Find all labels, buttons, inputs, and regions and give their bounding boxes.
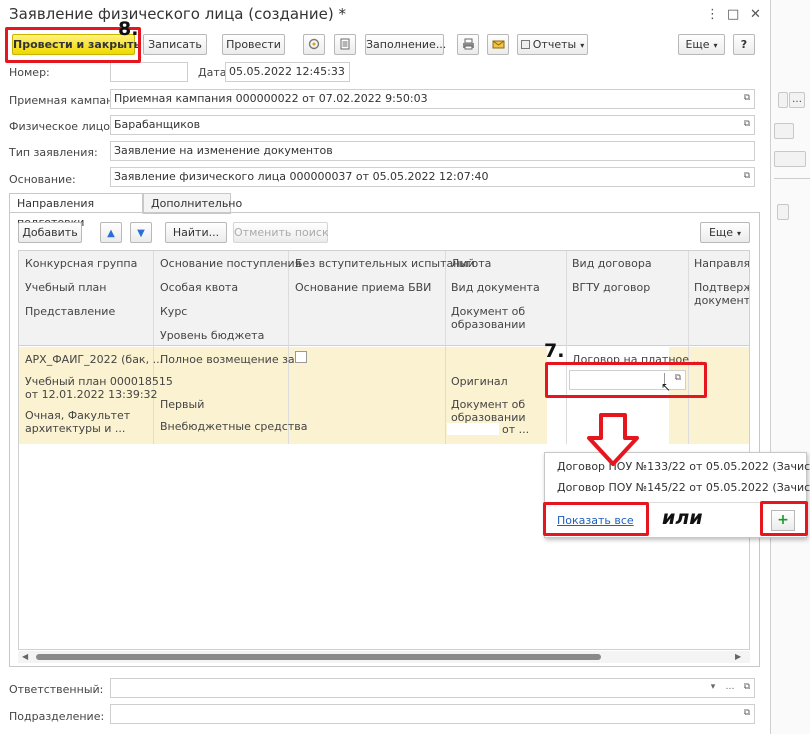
add-button[interactable]: Добавить xyxy=(18,222,82,243)
tab-directions[interactable]: Направления подготовки xyxy=(9,193,143,229)
responsible-field[interactable] xyxy=(110,678,755,698)
row-budget[interactable]: Внебюджетные средства xyxy=(160,420,307,433)
tab-additional[interactable]: Дополнительно xyxy=(143,193,242,214)
header-course[interactable]: Курс xyxy=(160,305,187,318)
header-vgtu-contract[interactable]: ВГТУ договор xyxy=(572,281,650,294)
number-field[interactable] xyxy=(110,62,188,82)
bg-button xyxy=(774,123,794,139)
find-button[interactable]: Найти... xyxy=(165,222,227,243)
background-window: … xyxy=(771,0,810,734)
chevron-down-icon: ▾ xyxy=(580,41,585,50)
header-direction[interactable]: Направляю xyxy=(694,257,749,270)
help-button[interactable]: ? xyxy=(733,34,755,55)
header-benefit[interactable]: Льгота xyxy=(451,257,491,270)
header-confirm[interactable]: Подтвержд xyxy=(694,281,749,294)
fill-button[interactable]: Заполнение... xyxy=(365,34,446,55)
horizontal-scrollbar[interactable]: ◀ ▶ xyxy=(18,651,750,663)
bg-small-button xyxy=(777,204,789,220)
reports-label: Отчеты xyxy=(532,38,577,51)
table-more-button[interactable]: Еще ▾ xyxy=(700,222,750,243)
row-basis[interactable]: Полное возмещение за... xyxy=(160,353,305,366)
reports-menu-button[interactable]: Отчеты ▾ xyxy=(517,34,588,55)
annotation-step-8: 8. xyxy=(118,18,139,40)
open-icon[interactable]: ⧉ xyxy=(739,167,755,187)
person-label: Физическое лицо: xyxy=(9,120,114,133)
header-competitive-group[interactable]: Конкурсная группа xyxy=(25,257,137,270)
blank-cell xyxy=(447,423,499,435)
more-label: Еще xyxy=(685,38,710,51)
row-course[interactable]: Первый xyxy=(160,398,204,411)
campaign-field[interactable]: Приемная кампания 000000022 от 07.02.202… xyxy=(110,89,755,109)
window-menu-icon[interactable]: ⋮ xyxy=(706,8,719,22)
structure-icon[interactable] xyxy=(303,34,325,55)
print-icon[interactable] xyxy=(457,34,479,55)
division-field[interactable] xyxy=(110,704,755,724)
header-budget-level[interactable]: Уровень бюджета xyxy=(160,329,264,342)
more-menu-button[interactable]: Еще ▾ xyxy=(678,34,725,55)
row-plan-2[interactable]: от 12.01.2022 13:39:32 xyxy=(25,388,158,401)
header-representation[interactable]: Представление xyxy=(25,305,115,318)
bg-select-icon: … xyxy=(789,92,805,108)
save-button[interactable]: Записать xyxy=(143,34,207,55)
row-doc-type[interactable]: Оригинал xyxy=(451,375,508,388)
header-edu-doc-2[interactable]: образовании xyxy=(451,318,526,331)
bg-more-button xyxy=(774,151,806,167)
cancel-search-button[interactable]: Отменить поиск xyxy=(233,222,329,243)
annotation-or: или xyxy=(662,507,703,529)
row-edu-doc-1[interactable]: Документ об xyxy=(451,398,525,411)
header-admission-basis[interactable]: Основание поступления xyxy=(160,257,301,270)
header-special-quota[interactable]: Особая квота xyxy=(160,281,238,294)
annotation-box-plus xyxy=(760,501,808,536)
responsible-label: Ответственный: xyxy=(9,683,104,696)
move-up-icon[interactable]: ▲ xyxy=(100,222,122,243)
dropdown-item-2[interactable]: Договор ПОУ №145/22 от 05.05.2022 (Зачис… xyxy=(557,481,810,494)
open-icon[interactable]: ⧉ xyxy=(739,704,755,724)
chevron-down-icon: ▾ xyxy=(737,229,742,238)
date-field[interactable]: 05.05.2022 12:45:33 xyxy=(225,62,350,82)
window-maximize-icon[interactable]: □ xyxy=(727,8,739,22)
basis-field[interactable]: Заявление физического лица 000000037 от … xyxy=(110,167,755,187)
open-icon[interactable]: ⧉ xyxy=(739,115,755,135)
basis-label: Основание: xyxy=(9,173,76,186)
chevron-down-icon: ▾ xyxy=(713,41,718,50)
annotation-step-7: 7. xyxy=(544,340,565,362)
select-icon[interactable]: … xyxy=(722,678,738,698)
open-icon[interactable]: ⧉ xyxy=(739,678,755,698)
row-repr-1[interactable]: Очная, Факультет xyxy=(25,409,130,422)
row-group[interactable]: АРХ_ФАИГ_2022 (бак, ... xyxy=(25,353,163,366)
window-title: Заявление физического лица (создание) * xyxy=(9,5,346,23)
scroll-right-icon[interactable]: ▶ xyxy=(735,652,741,661)
header-edu-doc-1[interactable]: Документ об xyxy=(451,305,525,318)
scroll-left-icon[interactable]: ◀ xyxy=(22,652,28,661)
annotation-box-contract xyxy=(545,362,707,398)
header-document[interactable]: документ xyxy=(694,294,749,307)
header-study-plan[interactable]: Учебный план xyxy=(25,281,106,294)
division-label: Подразделение: xyxy=(9,710,105,723)
number-label: Номер: xyxy=(9,66,50,79)
row-edu-doc-3[interactable]: от ... xyxy=(502,423,529,436)
header-bvi-basis[interactable]: Основание приема БВИ xyxy=(295,281,431,294)
move-down-icon[interactable]: ▼ xyxy=(130,222,152,243)
type-label: Тип заявления: xyxy=(9,146,98,159)
reports-icon xyxy=(520,40,530,49)
header-contract-kind[interactable]: Вид договора xyxy=(572,257,652,270)
mail-icon[interactable] xyxy=(487,34,509,55)
header-document-type[interactable]: Вид документа xyxy=(451,281,540,294)
row-repr-2[interactable]: архитектуры и ... xyxy=(25,422,125,435)
list-icon[interactable] xyxy=(334,34,356,55)
bg-field xyxy=(778,92,788,108)
post-button[interactable]: Провести xyxy=(222,34,285,55)
table-more-label: Еще xyxy=(708,226,734,239)
annotation-arrow-down-icon xyxy=(587,413,639,466)
scroll-thumb[interactable] xyxy=(36,654,601,660)
no-exams-checkbox[interactable] xyxy=(295,351,307,363)
type-field[interactable]: Заявление на изменение документов xyxy=(110,141,755,161)
row-plan-1[interactable]: Учебный план 000018515 xyxy=(25,375,173,388)
chevron-down-icon[interactable]: ▾ xyxy=(705,678,721,698)
header-no-exams[interactable]: Без вступительных испытаний xyxy=(295,257,475,270)
annotation-box-show-all xyxy=(543,502,649,536)
person-field[interactable]: Барабанщиков xyxy=(110,115,755,135)
window-close-icon[interactable]: ✕ xyxy=(750,8,761,22)
open-icon[interactable]: ⧉ xyxy=(739,89,755,109)
